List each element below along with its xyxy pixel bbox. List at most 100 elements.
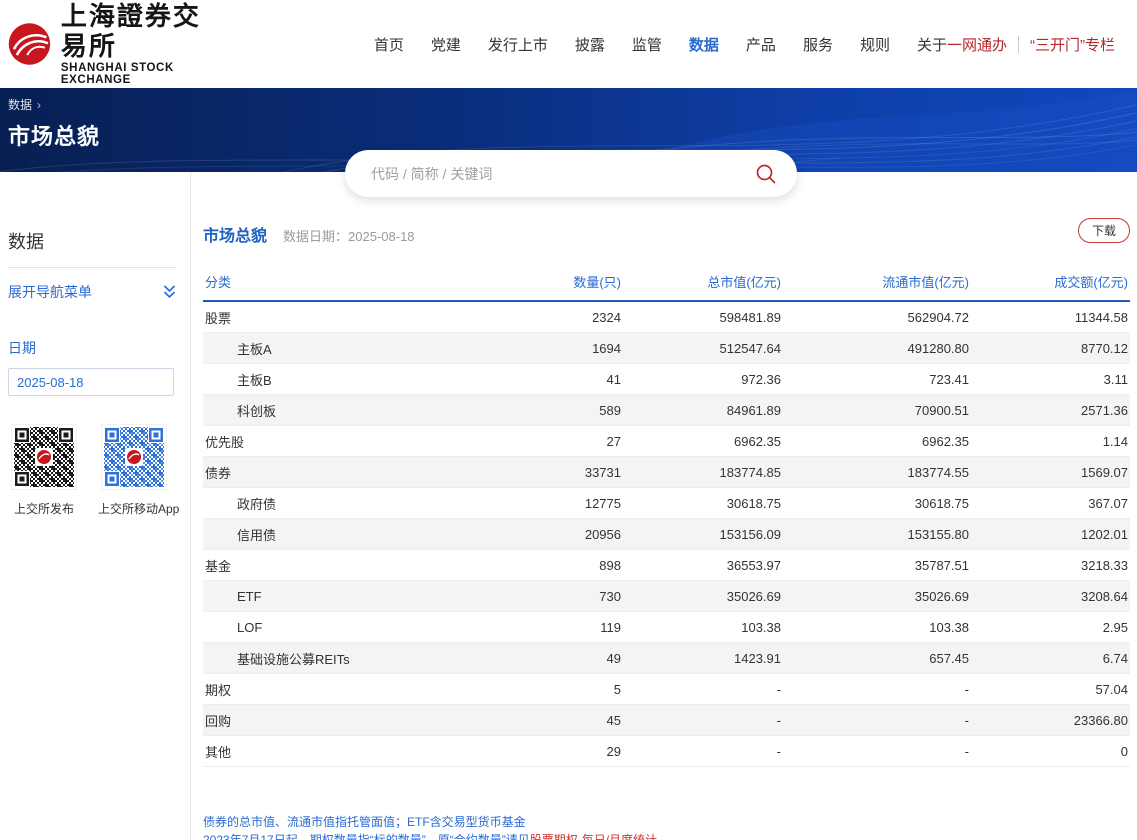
logo-en-text: SHANGHAI STOCK EXCHANGE	[61, 62, 206, 86]
cell-turnover: 2.95	[969, 620, 1130, 635]
cell-total-mcap: 1423.91	[621, 651, 781, 666]
cell-total-mcap: 598481.89	[621, 310, 781, 325]
cell-count: 45	[433, 713, 621, 728]
nav-item[interactable]: 党建	[431, 34, 461, 55]
table-row: 期权 5 - - 57.04	[203, 674, 1130, 705]
cell-float-mcap: 657.45	[781, 651, 969, 666]
cell-turnover: 3.11	[969, 372, 1130, 387]
nav-item[interactable]: 服务	[803, 34, 833, 55]
date-picker-label: 日期	[8, 338, 190, 358]
sidebar: 数据 展开导航菜单 日期	[8, 172, 190, 840]
sse-logo-icon	[8, 15, 51, 73]
qr-code-section: 上交所发布	[8, 424, 190, 517]
cell-category: 期权	[203, 680, 433, 699]
cell-float-mcap: 723.41	[781, 372, 969, 387]
cell-category: 基金	[203, 556, 433, 575]
footnote-line1: 债券的总市值、流通市值指托管面值；ETF含交易型货币基金	[203, 813, 1130, 831]
cell-total-mcap: -	[621, 744, 781, 759]
quick-links: 一网通办 “三开门”专栏	[947, 34, 1115, 55]
footnotes: 债券的总市值、流通市值指托管面值；ETF含交易型货币基金 2023年7月17日起…	[203, 813, 1130, 840]
main-panel: 市场总貌 数据日期：2025-08-18 下载 分类 数量(只) 总市值(亿元)…	[190, 172, 1137, 840]
cell-count: 5	[433, 682, 621, 697]
nav-item[interactable]: 披露	[575, 34, 605, 55]
table-row: 科创板 589 84961.89 70900.51 2571.36	[203, 395, 1130, 426]
cell-count: 730	[433, 589, 621, 604]
expand-nav-menu-label: 展开导航菜单	[8, 282, 92, 302]
cell-count: 589	[433, 403, 621, 418]
cell-turnover: 2571.36	[969, 403, 1130, 418]
sse-logo[interactable]: 上海證券交易所 SHANGHAI STOCK EXCHANGE	[8, 2, 206, 86]
cell-float-mcap: 30618.75	[781, 496, 969, 511]
cell-total-mcap: 972.36	[621, 372, 781, 387]
cell-category: 债券	[203, 463, 433, 482]
top-header: 上海證券交易所 SHANGHAI STOCK EXCHANGE 首页 党建 发行…	[0, 0, 1137, 88]
footnote-line2: 2023年7月17日起，期权数量指“标的数量”，原“合约数量”请见股票期权-每日…	[203, 831, 1130, 840]
qr-code-sse-wechat	[11, 424, 77, 490]
cell-total-mcap: 153156.09	[621, 527, 781, 542]
qr-label-sse-wechat: 上交所发布	[8, 500, 80, 517]
nav-item[interactable]: 发行上市	[488, 34, 548, 55]
col-header-float-mcap: 流通市值(亿元)	[781, 272, 969, 291]
table-row: 股票 2324 598481.89 562904.72 11344.58	[203, 302, 1130, 333]
cell-turnover: 6.74	[969, 651, 1130, 666]
nav-item[interactable]: 数据	[689, 34, 719, 55]
nav-item[interactable]: 首页	[374, 34, 404, 55]
cell-category: ETF	[203, 589, 433, 604]
col-header-category: 分类	[203, 272, 433, 291]
cell-category: 政府债	[203, 494, 433, 513]
cell-turnover: 3218.33	[969, 558, 1130, 573]
data-date: 数据日期：2025-08-18	[283, 226, 415, 245]
cell-float-mcap: 491280.80	[781, 341, 969, 356]
breadcrumb-link-data[interactable]: 数据	[8, 96, 32, 113]
date-input[interactable]	[17, 375, 193, 390]
cell-category: 基础设施公募REITs	[203, 649, 433, 668]
col-header-total-mcap: 总市值(亿元)	[621, 272, 781, 291]
quick-link-sankaimen[interactable]: “三开门”专栏	[1030, 34, 1115, 55]
nav-item[interactable]: 规则	[860, 34, 890, 55]
section-title: 市场总貌	[203, 222, 267, 246]
footnote-link-stock-options-stats[interactable]: 股票期权-每日/月度统计。	[530, 833, 669, 840]
logo-cn-text: 上海證券交易所	[61, 2, 206, 62]
nav-item[interactable]: 关于	[917, 34, 947, 55]
quick-link-yiwangtongban[interactable]: 一网通办	[947, 34, 1007, 55]
cell-turnover: 11344.58	[969, 310, 1130, 325]
hero-section: 数据 › 市场总貌	[0, 88, 1137, 172]
col-header-count: 数量(只)	[433, 272, 621, 291]
table-row: 债券 33731 183774.85 183774.55 1569.07	[203, 457, 1130, 488]
cell-turnover: 1569.07	[969, 465, 1130, 480]
page-title: 市场总貌	[8, 119, 1137, 151]
footnote-line2-text: 2023年7月17日起，期权数量指“标的数量”，原“合约数量”请见	[203, 833, 530, 840]
breadcrumb-chevron-right-icon: ›	[37, 98, 41, 112]
main-header: 市场总貌 数据日期：2025-08-18 下载	[203, 222, 1130, 246]
search-input[interactable]	[371, 166, 755, 182]
data-date-value: 2025-08-18	[348, 229, 415, 244]
cell-count: 1694	[433, 341, 621, 356]
cell-total-mcap: 30618.75	[621, 496, 781, 511]
cell-total-mcap: 35026.69	[621, 589, 781, 604]
qr-code-sse-app	[101, 424, 167, 490]
cell-total-mcap: -	[621, 713, 781, 728]
cell-category: 其他	[203, 742, 433, 761]
nav-item[interactable]: 监管	[632, 34, 662, 55]
cell-float-mcap: 70900.51	[781, 403, 969, 418]
cell-turnover: 57.04	[969, 682, 1130, 697]
expand-nav-menu-button[interactable]: 展开导航菜单	[8, 282, 176, 302]
table-row: 回购 45 - - 23366.80	[203, 705, 1130, 736]
download-button[interactable]: 下载	[1078, 218, 1130, 243]
cell-turnover: 0	[969, 744, 1130, 759]
cell-category: 回购	[203, 711, 433, 730]
cell-count: 119	[433, 620, 621, 635]
date-picker[interactable]	[8, 368, 174, 396]
cell-turnover: 23366.80	[969, 713, 1130, 728]
nav-item[interactable]: 产品	[746, 34, 776, 55]
main-nav: 首页 党建 发行上市 披露 监管 数据 产品 服务 规则 关于	[374, 34, 947, 55]
double-chevron-down-icon	[163, 284, 176, 300]
market-overview-table: 分类 数量(只) 总市值(亿元) 流通市值(亿元) 成交额(亿元) 股票 232…	[203, 272, 1130, 767]
cell-turnover: 1.14	[969, 434, 1130, 449]
cell-count: 898	[433, 558, 621, 573]
table-row: 主板B 41 972.36 723.41 3.11	[203, 364, 1130, 395]
cell-category: 信用债	[203, 525, 433, 544]
search-icon[interactable]	[755, 163, 777, 185]
table-row: 其他 29 - - 0	[203, 736, 1130, 767]
cell-count: 49	[433, 651, 621, 666]
